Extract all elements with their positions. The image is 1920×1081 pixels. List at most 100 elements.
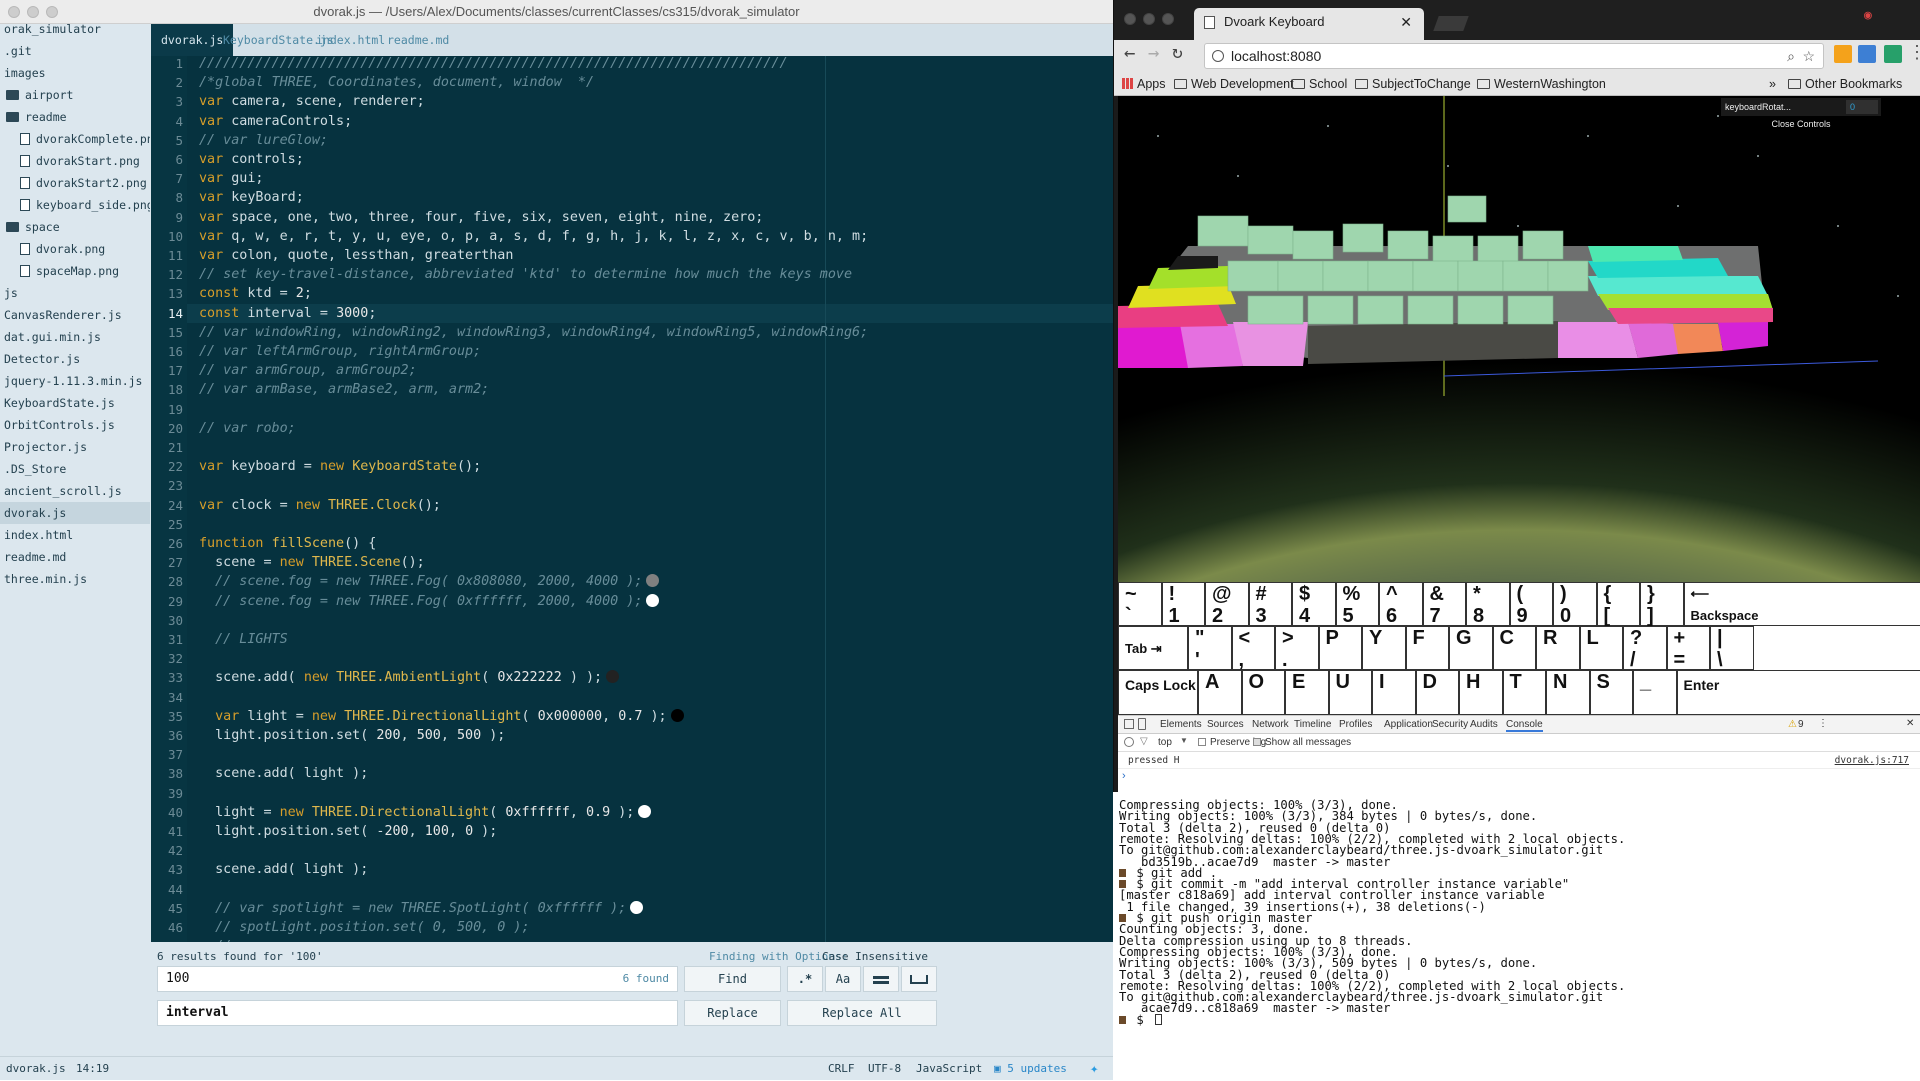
inspect-icon[interactable]	[1124, 719, 1134, 729]
tree-item[interactable]: js	[0, 282, 150, 304]
tree-item[interactable]: airport	[0, 84, 150, 106]
tree-item[interactable]: readme.md	[0, 546, 150, 568]
key-bottom-label: 2	[1212, 605, 1248, 627]
console-source-link[interactable]: dvorak.js:717	[1835, 755, 1909, 766]
devtools-tab[interactable]: Timeline	[1294, 719, 1331, 730]
replace-all-button[interactable]: Replace All	[787, 1000, 937, 1026]
tree-item[interactable]: dvorakComplete.png	[0, 128, 150, 150]
status-encoding[interactable]: UTF-8	[868, 1057, 901, 1081]
extension-icon[interactable]: ◉	[1864, 8, 1872, 23]
devtools-tab[interactable]: Console	[1506, 719, 1543, 732]
tree-item[interactable]: dvorakStart.png	[0, 150, 150, 172]
tree-item[interactable]: readme	[0, 106, 150, 128]
filter-icon[interactable]: ▽	[1140, 736, 1148, 747]
threejs-canvas[interactable]: keyboardRotat... 0 Close Controls	[1118, 96, 1920, 582]
tree-item[interactable]: Detector.js	[0, 348, 150, 370]
status-file[interactable]: dvorak.js	[6, 1057, 66, 1081]
tree-item[interactable]: jquery-1.11.3.min.js	[0, 370, 150, 392]
tree-item[interactable]: ancient_scroll.js	[0, 480, 150, 502]
clear-console-icon[interactable]	[1124, 737, 1134, 747]
devtools-tab[interactable]: Profiles	[1339, 719, 1372, 730]
tree-item[interactable]: keyboard_side.png	[0, 194, 150, 216]
editor-tab[interactable]: readme.md	[377, 24, 459, 56]
devtools-tab[interactable]: Application	[1384, 719, 1433, 730]
extension-icon[interactable]	[1834, 45, 1852, 63]
bookmark-web-development[interactable]: Web Development	[1174, 72, 1294, 96]
tree-item[interactable]: .git	[0, 40, 150, 62]
tree-item[interactable]: .DS_Store	[0, 458, 150, 480]
device-mode-icon[interactable]	[1138, 718, 1146, 730]
new-tab-button[interactable]	[1433, 16, 1468, 31]
keyboard-key: ?/	[1623, 626, 1667, 670]
replace-button[interactable]: Replace	[684, 1000, 781, 1026]
tree-item[interactable]: dat.gui.min.js	[0, 326, 150, 348]
bookmark-school[interactable]: School	[1292, 72, 1347, 96]
warning-icon[interactable]: ⚠	[1788, 719, 1797, 730]
reload-icon[interactable]: ↻	[1172, 42, 1183, 63]
case-sensitive-toggle-button[interactable]: Aa	[825, 966, 861, 992]
find-input[interactable]: 100 6 found	[157, 966, 678, 992]
tree-item[interactable]: orak_simulator	[0, 24, 150, 40]
close-devtools-icon[interactable]: ✕	[1906, 718, 1914, 729]
extension-icon[interactable]	[1858, 45, 1876, 63]
minimize-window-button[interactable]	[27, 6, 39, 18]
in-selection-toggle-button[interactable]	[863, 966, 899, 992]
show-all-messages-checkbox[interactable]	[1253, 738, 1261, 746]
bookmark-westernwashington[interactable]: WesternWashington	[1477, 72, 1606, 96]
tree-item[interactable]: dvorakStart2.png	[0, 172, 150, 194]
minimize-window-button[interactable]	[1143, 13, 1155, 25]
bird-icon[interactable]: ✦	[1090, 1057, 1098, 1081]
status-grammar[interactable]: JavaScript	[916, 1057, 982, 1081]
whole-word-toggle-button[interactable]	[901, 966, 937, 992]
devtools-tab[interactable]: Security	[1432, 719, 1468, 730]
tree-item[interactable]: index.html	[0, 524, 150, 546]
context-select[interactable]: top	[1158, 737, 1172, 748]
devtools-menu-icon[interactable]: ⋮	[1818, 718, 1828, 729]
bookmark-apps[interactable]: Apps	[1122, 72, 1166, 96]
maximize-window-button[interactable]	[46, 6, 58, 18]
bookmark-subjecttochange[interactable]: SubjectToChange	[1355, 72, 1471, 96]
console-prompt[interactable]: ›	[1122, 770, 1126, 782]
status-line-ending[interactable]: CRLF	[828, 1057, 855, 1081]
extension-icon[interactable]	[1884, 45, 1902, 63]
back-icon[interactable]: ←	[1124, 42, 1135, 64]
replace-input[interactable]: interval	[157, 1000, 678, 1026]
tree-item[interactable]: three.min.js	[0, 568, 150, 590]
status-cursor[interactable]: 14:19	[76, 1057, 109, 1081]
gui-number-input[interactable]: 0	[1846, 100, 1878, 114]
tree-item[interactable]: OrbitControls.js	[0, 414, 150, 436]
tree-item[interactable]: space	[0, 216, 150, 238]
maximize-window-button[interactable]	[1162, 13, 1174, 25]
zoom-icon[interactable]: ⌕	[1787, 44, 1795, 68]
devtools-tab[interactable]: Elements	[1160, 719, 1202, 730]
tree-item[interactable]: spaceMap.png	[0, 260, 150, 282]
close-tab-icon[interactable]: ✕	[1400, 8, 1412, 36]
other-bookmarks[interactable]: Other Bookmarks	[1788, 72, 1902, 96]
close-window-button[interactable]	[1124, 13, 1136, 25]
terminal-window[interactable]: Compressing objects: 100% (3/3), done.Wr…	[1113, 792, 1920, 1080]
tree-item[interactable]: CanvasRenderer.js	[0, 304, 150, 326]
tree-item[interactable]: Projector.js	[0, 436, 150, 458]
code-editor[interactable]: 1234567891011121314151617181920212223242…	[151, 56, 1113, 942]
tree-item[interactable]: KeyboardState.js	[0, 392, 150, 414]
line-number: 8	[175, 188, 183, 207]
tree-item[interactable]: dvorak.png	[0, 238, 150, 260]
regex-toggle-button[interactable]: .*	[787, 966, 823, 992]
tree-item[interactable]: images	[0, 62, 150, 84]
devtools-tab[interactable]: Sources	[1207, 719, 1244, 730]
close-window-button[interactable]	[8, 6, 20, 18]
address-bar[interactable]: localhost:8080 ⌕ ☆	[1204, 43, 1824, 69]
enter-label: Enter	[1684, 677, 1720, 693]
status-updates[interactable]: ▣ 5 updates	[994, 1057, 1067, 1081]
more-bookmarks-chevron-icon[interactable]: »	[1769, 72, 1776, 96]
tree-item[interactable]: dvorak.js	[0, 502, 150, 524]
forward-icon[interactable]: →	[1148, 42, 1159, 64]
find-button[interactable]: Find	[684, 966, 781, 992]
devtools-tab[interactable]: Network	[1252, 719, 1289, 730]
bookmark-star-icon[interactable]: ☆	[1802, 44, 1815, 68]
close-controls-button[interactable]: Close Controls	[1721, 116, 1881, 132]
preserve-log-checkbox[interactable]	[1198, 738, 1206, 746]
devtools-tab[interactable]: Audits	[1470, 719, 1498, 730]
menu-icon[interactable]: ⋮	[1908, 42, 1920, 63]
browser-tab[interactable]: Dvoark Keyboard ✕	[1194, 8, 1424, 40]
